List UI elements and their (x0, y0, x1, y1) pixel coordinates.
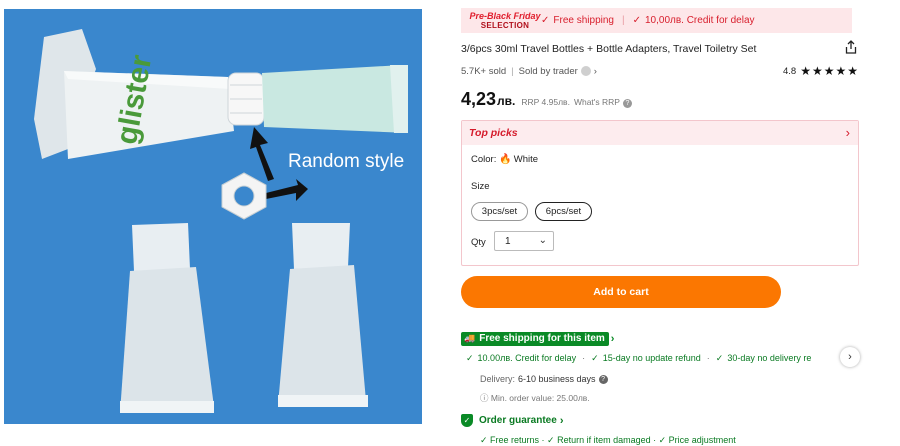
truck-icon: 🚚 (464, 333, 476, 343)
chevron-right-icon[interactable]: › (594, 66, 597, 77)
check-icon: ✓ (466, 353, 474, 363)
shield-icon: ✓ (461, 414, 473, 427)
rating[interactable]: 4.8 ★★★★★ (783, 64, 859, 78)
check-icon: ✓ (591, 353, 599, 363)
color-row: Color: 🔥 White (471, 154, 538, 165)
order-guarantee-label: Order guarantee (479, 415, 557, 426)
free-shipping-row[interactable]: 🚚 Free shipping for this item › (461, 331, 614, 346)
benefit-delivery: 30-day no delivery re (727, 353, 812, 363)
promo-logo-line1: Pre-Black Friday (469, 10, 541, 21)
top-picks-title: Top picks (469, 127, 518, 139)
product-photo: glister Random style (4, 9, 422, 424)
promo-logo-line2: SELECTION (480, 20, 530, 30)
product-panel: Pre-Black Friday SELECTION ✓ Free shippi… (461, 8, 861, 445)
title-row: 3/6pcs 30ml Travel Bottles + Bottle Adap… (461, 40, 859, 59)
sold-by-link[interactable]: Sold by trader (519, 66, 578, 77)
mint-tube (262, 65, 408, 133)
free-shipping-label: Free shipping for this item (479, 333, 605, 344)
top-picks-header[interactable]: Top picks › (462, 121, 858, 145)
size-option-3pcs[interactable]: 3pcs/set (471, 202, 528, 221)
price-row: 4,23 лв. RRP 4.95лв. What's RRP ? (461, 89, 632, 111)
check-icon: ✓ (715, 353, 724, 363)
order-guarantee-row[interactable]: ✓ Order guarantee › (461, 414, 563, 427)
benefits-next-button[interactable]: › (840, 347, 860, 367)
random-style-label: Random style (288, 151, 404, 172)
meta-divider: | (511, 65, 514, 77)
rrp-price: RRP 4.95лв. (521, 97, 570, 107)
check-icon: ✓ (632, 15, 641, 26)
min-order-value: Min. order value: 25.00лв. (490, 393, 590, 403)
color-label: Color: (471, 154, 497, 165)
add-to-cart-button[interactable]: Add to cart (461, 276, 781, 308)
qty-select[interactable]: 1 ⌄ (494, 231, 554, 251)
whats-rrp-link[interactable]: What's RRP (574, 97, 620, 107)
product-image[interactable]: glister Random style (4, 9, 422, 424)
promo-credit-label: 10,00лв. Credit for delay (644, 15, 755, 26)
sold-count: 5.7K+ sold (461, 65, 507, 77)
meta-row: 5.7K+ sold | Sold by trader › 4.8 ★★★★★ (461, 64, 859, 78)
promo-credit: ✓ 10,00лв. Credit for delay (633, 15, 755, 26)
min-order-row: ⓘ Min. order value: 25.00лв. (480, 392, 590, 404)
chevron-down-icon: ⌄ (538, 235, 547, 246)
free-shipping-badge: 🚚 Free shipping for this item (461, 331, 609, 346)
black-friday-logo: Pre-Black Friday SELECTION (469, 10, 541, 30)
benefit-divider: · (706, 353, 710, 363)
color-value: White (513, 154, 539, 165)
delivery-row: Delivery: 6-10 business days ? (480, 374, 608, 384)
benefit-divider: · (582, 353, 586, 363)
promo-free-shipping-label: Free shipping (553, 15, 614, 26)
benefit-credit: 10.00лв. Credit for delay (477, 353, 577, 363)
promo-divider: | (621, 15, 625, 26)
star-rating-icon: ★★★★★ (800, 64, 859, 78)
fire-icon: 🔥 (499, 154, 512, 165)
promo-banner[interactable]: Pre-Black Friday SELECTION ✓ Free shippi… (461, 8, 852, 33)
size-option-6pcs[interactable]: 6pcs/set (535, 202, 592, 221)
qty-label: Qty (471, 237, 486, 248)
price-currency: лв. (497, 94, 516, 108)
share-icon[interactable] (843, 39, 859, 55)
info-icon[interactable]: ? (622, 99, 632, 108)
qty-value: 1 (505, 235, 511, 247)
product-title: 3/6pcs 30ml Travel Bottles + Bottle Adap… (461, 43, 757, 55)
chevron-right-icon[interactable]: › (560, 415, 564, 427)
promo-free-shipping: ✓ Free shipping (541, 15, 614, 26)
check-icon: ✓ (541, 15, 550, 26)
help-icon[interactable]: ? (598, 374, 608, 384)
rating-value: 4.8 (782, 65, 797, 77)
benefit-refund: 15-day no update refund (602, 353, 701, 363)
info-icon: ⓘ (480, 393, 491, 403)
seller-badge-icon (580, 66, 591, 76)
delivery-label: Delivery: (480, 374, 516, 384)
size-label: Size (471, 181, 490, 192)
delivery-value: 6-10 business days (518, 374, 596, 384)
shipping-benefits: ✓ 10.00лв. Credit for delay · ✓ 15-day no up… (466, 353, 846, 367)
price-value: 4,23 (461, 89, 497, 109)
chevron-right-icon[interactable]: › (846, 125, 850, 140)
bottle-adapter (227, 72, 265, 126)
top-picks-box: Top picks › Color: 🔥 White Size 3pcs/set… (461, 120, 859, 266)
chevron-right-icon[interactable]: › (611, 333, 615, 345)
